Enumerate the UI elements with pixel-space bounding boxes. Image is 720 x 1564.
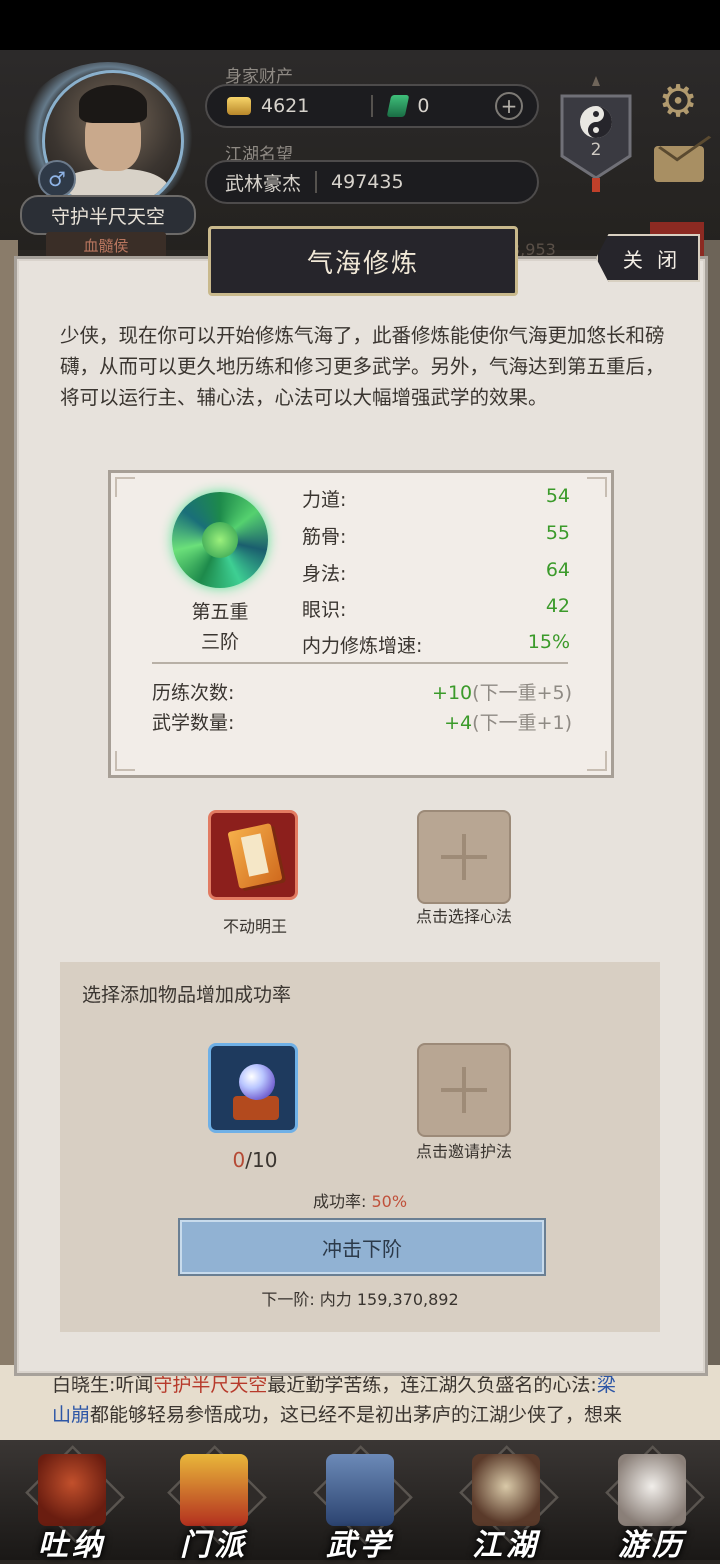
stat-label-inner-speed: 内力修炼增速: [302,635,423,657]
silver-ingot-icon [227,97,251,115]
jade-amount: 0 [417,95,430,117]
invite-protector-slot[interactable] [417,1043,511,1137]
gear-icon[interactable]: ⚙ [652,76,704,128]
main-method-name: 不动明王 [222,917,287,936]
success-items-panel [60,962,660,1332]
nav-label: 武学 [326,1528,394,1563]
nav-label: 江湖 [472,1528,540,1563]
fame-bar: 武林豪杰 497435 [205,160,539,204]
martial-count-label: 武学数量: [152,712,235,734]
bottom-nav: 吐纳 门派 武学 江湖 游历 [0,1440,720,1563]
item-count: 0/10 [232,1148,278,1172]
nav-tuna[interactable]: 吐纳 [12,1445,132,1563]
jade-ticket-icon [387,95,410,117]
stat-label-agility: 身法: [302,563,347,585]
stat-value-insight: 42 [545,595,570,617]
main-method-slot[interactable] [208,810,298,900]
stat-label-insight: 眼识: [302,599,347,621]
select-method-caption: 点击选择心法 [415,907,512,926]
player-title-tag: 血髓侯 [46,232,166,258]
item-slot-orb[interactable] [208,1043,298,1133]
stat-label-strength: 力道: [302,489,347,511]
martial-book-icon [326,1454,394,1526]
train-count-value: +10(下一重+5) [432,682,572,704]
success-rate: 成功率: 50% [312,1192,408,1211]
stat-value-inner-speed: 15% [527,631,570,653]
qi-vortex-icon [172,492,268,588]
select-method-slot[interactable] [417,810,511,904]
train-count-label: 历练次数: [152,682,235,704]
nav-jianghu[interactable]: 江湖 [446,1445,566,1563]
meditation-icon [38,1454,106,1526]
close-button[interactable]: 关 闭 [596,234,700,282]
stat-value-bone: 55 [545,522,570,544]
intro-text: 少侠，现在你可以开始修炼气海了，此番修炼能使你气海更加悠长和磅礴，从而可以更久地… [60,324,665,409]
add-currency-button[interactable]: + [495,92,523,120]
fame-value: 497435 [331,171,404,193]
invite-protector-caption: 点击邀请护法 [415,1142,512,1161]
crystal-orb-icon [239,1064,275,1100]
status-bar [0,0,720,50]
nav-label: 吐纳 [38,1528,106,1563]
divider [152,662,568,664]
stage-level: 第五重 [191,601,249,623]
dialog-title: 气海修炼 [208,226,518,296]
stage-step: 三阶 [200,631,239,653]
gender-icon: ♂ [38,160,76,198]
player-name: 守护半尺天空 [20,195,196,235]
sect-level-badge[interactable]: 2 [556,70,636,192]
martial-count-value: +4(下一重+1) [444,712,572,734]
silver-amount: 4621 [261,95,310,117]
manual-book-icon [227,823,283,889]
next-stage-requirement: 下一阶: 内力 159,370,892 [261,1290,459,1309]
sect-level-number: 2 [590,140,602,160]
mail-icon[interactable] [654,146,704,182]
story-text: 白晓生:听闻守护半尺天空最近勤学苦练，连江湖久负盛名的心法:梁 山崩都能够轻易参悟… [52,1374,623,1426]
nav-martial[interactable]: 武学 [300,1445,420,1563]
stat-value-agility: 64 [545,559,570,581]
sect-banner-icon [180,1454,248,1526]
nav-label: 游历 [618,1528,686,1563]
nav-travel[interactable]: 游历 [592,1445,712,1563]
nav-label: 门派 [180,1528,248,1563]
breakthrough-button[interactable]: 冲击下阶 [178,1218,546,1276]
bamboo-hat-icon [472,1454,540,1526]
items-title: 选择添加物品增加成功率 [82,984,292,1006]
stat-label-bone: 筋骨: [302,526,347,548]
stat-value-strength: 54 [545,485,570,507]
rank-name: 武林豪杰 [225,172,302,195]
white-horse-icon [618,1454,686,1526]
wealth-bar: 4621 0 + [205,84,539,128]
nav-sect[interactable]: 门派 [154,1445,274,1563]
